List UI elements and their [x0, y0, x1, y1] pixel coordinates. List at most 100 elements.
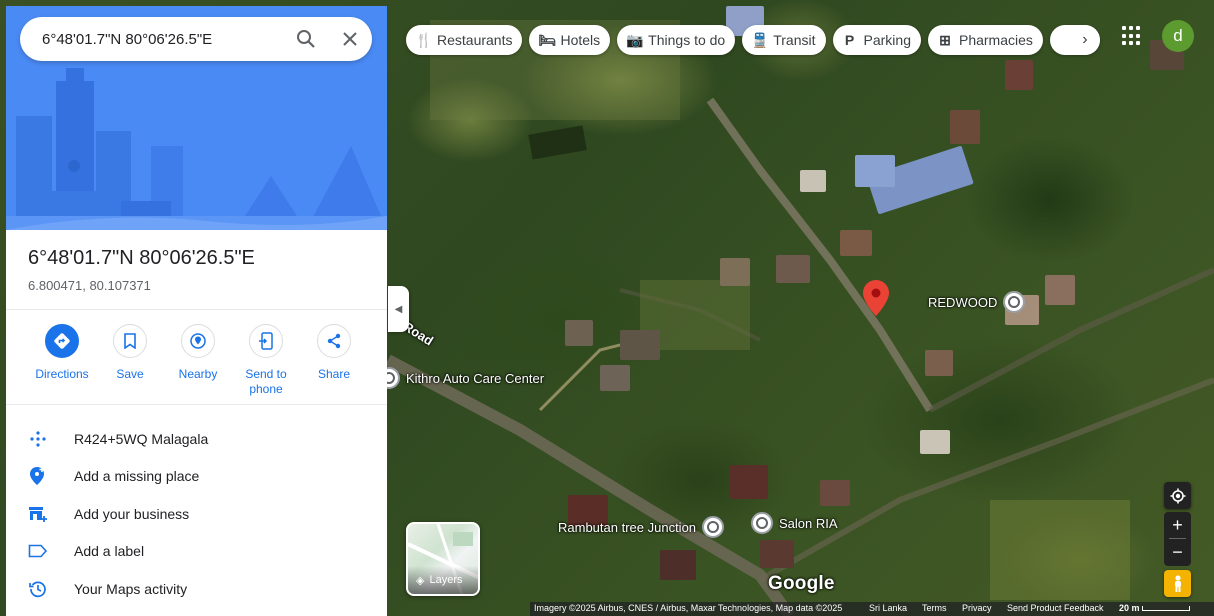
share-icon	[317, 324, 351, 358]
collapse-panel-button[interactable]: ◀	[388, 286, 409, 332]
list-item-text: Add a label	[74, 543, 145, 560]
country-link[interactable]: Sri Lanka	[869, 603, 907, 613]
building-roof	[1045, 275, 1075, 305]
send-to-phone-icon	[249, 324, 283, 358]
my-location-button[interactable]	[1164, 482, 1191, 509]
parking-icon: P	[844, 32, 855, 48]
list-item-maps-activity[interactable]: Your Maps activity	[28, 570, 208, 608]
poi-kithro[interactable]: Kithro Auto Care Center	[378, 367, 544, 389]
chip-hotels[interactable]: 🛏 Hotels	[529, 25, 611, 55]
list-item-text: Your Maps activity	[74, 580, 188, 597]
category-chips: 🍴 Restaurants 🛏 Hotels 📷 Things to do 🚆 …	[406, 25, 1100, 55]
street-view-pegman-button[interactable]	[1164, 570, 1191, 597]
layers-button[interactable]: ◈ Layers	[406, 522, 480, 596]
building-roof	[730, 465, 768, 499]
building-roof	[776, 255, 810, 283]
chip-label: Pharmacies	[958, 32, 1033, 48]
action-label: Send to phone	[245, 367, 287, 396]
restaurant-icon: 🍴	[415, 31, 433, 48]
poi-label: Rambutan tree Junction	[558, 519, 697, 535]
poi-label: Salon RIA	[779, 515, 838, 531]
list-item-add-missing-place[interactable]: Add a missing place	[28, 458, 208, 496]
building-roof	[565, 320, 593, 346]
chips-scroll-next-button[interactable]: ›	[1049, 25, 1100, 55]
list-item-add-business[interactable]: Add your business	[28, 495, 208, 533]
info-list: R424+5WQ Malagala Add a missing place Ad…	[28, 420, 208, 608]
divider	[6, 404, 387, 405]
place-coordinates[interactable]: 6.800471, 80.107371	[28, 278, 151, 293]
zoom-out-button[interactable]: −	[1164, 539, 1191, 566]
google-logo: Google	[768, 573, 835, 594]
chip-label: Things to do	[648, 32, 726, 48]
poi-salon[interactable]: Salon RIA	[751, 512, 838, 534]
history-icon	[28, 579, 48, 599]
list-item-plus-code[interactable]: R424+5WQ Malagala	[28, 420, 208, 458]
building-roof	[660, 550, 696, 580]
feedback-link[interactable]: Send Product Feedback	[1007, 603, 1104, 613]
poi-label: REDWOOD	[928, 294, 998, 310]
zoom-in-button[interactable]: +	[1164, 512, 1191, 539]
divider	[6, 309, 387, 310]
list-item-text: Add a missing place	[74, 468, 200, 485]
list-item-add-label[interactable]: Add a label	[28, 533, 208, 571]
google-apps-grid-icon[interactable]	[1122, 26, 1142, 46]
poi-redwood[interactable]: REDWOOD	[928, 291, 1026, 313]
bookmark-icon	[113, 324, 147, 358]
building-roof	[600, 365, 630, 391]
list-item-text: Add your business	[74, 505, 190, 522]
chip-parking[interactable]: P Parking	[832, 25, 921, 55]
poi-marker-icon	[1003, 291, 1026, 313]
action-label: Directions	[35, 367, 89, 381]
scale-label[interactable]: 20 m	[1119, 603, 1140, 613]
send-to-phone-button[interactable]: Send to phone	[232, 324, 300, 397]
add-place-icon	[28, 466, 48, 486]
poi-marker-icon	[751, 512, 773, 534]
action-label: Nearby	[178, 367, 218, 381]
search-input[interactable]: 6°48'01.7"N 80°06'26.5"E	[42, 31, 284, 48]
nearby-icon	[181, 324, 215, 358]
pegman-icon	[1174, 574, 1181, 592]
chip-label: Transit	[773, 32, 816, 48]
building-roof	[925, 350, 953, 376]
account-avatar[interactable]: d	[1162, 20, 1194, 52]
building-roof	[840, 230, 872, 256]
layers-label: Layers	[429, 574, 463, 586]
action-label: Share	[317, 367, 351, 381]
action-buttons: Directions Save Nearby Send to phone Sha…	[28, 324, 368, 397]
chevron-right-icon: ›	[1069, 25, 1100, 55]
layers-label-row: ◈ Layers	[408, 566, 478, 594]
poi-label: Kithro Auto Care Center	[406, 370, 545, 386]
my-location-icon	[1170, 488, 1185, 503]
poi-rambutan[interactable]: Rambutan tree Junction	[558, 516, 725, 538]
plus-code-icon	[28, 429, 48, 449]
privacy-link[interactable]: Privacy	[962, 603, 992, 613]
search-box[interactable]: 6°48'01.7"N 80°06'26.5"E	[20, 17, 372, 61]
chip-label: Hotels	[560, 32, 601, 48]
chip-things-to-do[interactable]: 📷 Things to do	[617, 25, 736, 55]
building-roof	[855, 155, 895, 187]
place-title: 6°48'01.7"N 80°06'26.5"E	[28, 247, 255, 269]
add-business-icon	[28, 504, 48, 524]
chip-pharmacies[interactable]: ⊞ Pharmacies	[927, 25, 1043, 55]
layers-icon: ◈	[416, 574, 425, 587]
building-roof	[620, 330, 660, 360]
close-icon[interactable]	[328, 17, 372, 61]
label-icon	[28, 541, 48, 561]
terms-link[interactable]: Terms	[922, 603, 947, 613]
chip-transit[interactable]: 🚆 Transit	[742, 25, 826, 55]
search-icon[interactable]	[284, 17, 328, 61]
location-pin-icon[interactable]	[863, 280, 889, 316]
divider	[1169, 538, 1186, 539]
save-button[interactable]: Save	[96, 324, 164, 397]
imagery-attribution: Imagery ©2025 Airbus, CNES / Airbus, Max…	[534, 603, 843, 613]
chip-label: Parking	[863, 32, 911, 48]
chevron-left-icon: ◀	[394, 303, 403, 315]
scale-bar	[1142, 606, 1190, 611]
directions-button[interactable]: Directions	[28, 324, 96, 397]
nearby-button[interactable]: Nearby	[164, 324, 232, 397]
building-roof	[820, 480, 850, 506]
share-button[interactable]: Share	[300, 324, 368, 397]
building-roof	[950, 110, 980, 144]
chip-restaurants[interactable]: 🍴 Restaurants	[406, 25, 523, 55]
hotel-icon: 🛏	[538, 31, 557, 48]
